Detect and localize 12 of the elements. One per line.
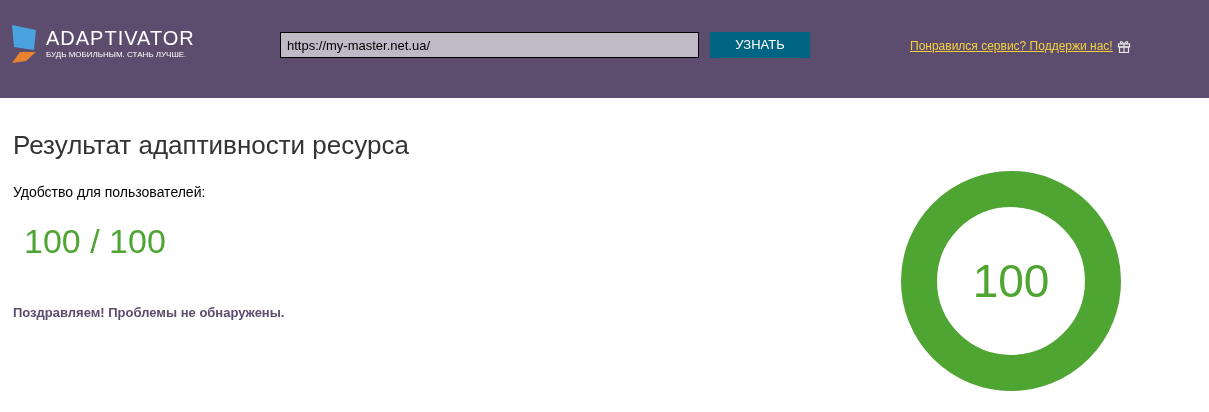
result-title: Результат адаптивности ресурса (13, 130, 409, 160)
gauge-value: 100 (971, 254, 1051, 309)
support-link[interactable]: Понравился сервис? Поддержи нас! (910, 37, 1113, 55)
url-field[interactable]: https://my-master.net.ua/ (280, 32, 699, 58)
logo-tagline: БУДЬ МОБИЛЬНЫМ. СТАНЬ ЛУЧШЕ. (46, 49, 188, 61)
usability-label: Удобство для пользователей: (13, 183, 207, 202)
success-message: Поздравляем! Проблемы не обнаружены. (13, 304, 286, 322)
logo-icon (12, 25, 38, 63)
gift-icon (1116, 39, 1131, 53)
logo-title: ADAPTIVATOR (46, 27, 195, 49)
score-text: 100 / 100 (24, 221, 167, 261)
submit-button[interactable]: УЗНАТЬ (710, 32, 810, 58)
